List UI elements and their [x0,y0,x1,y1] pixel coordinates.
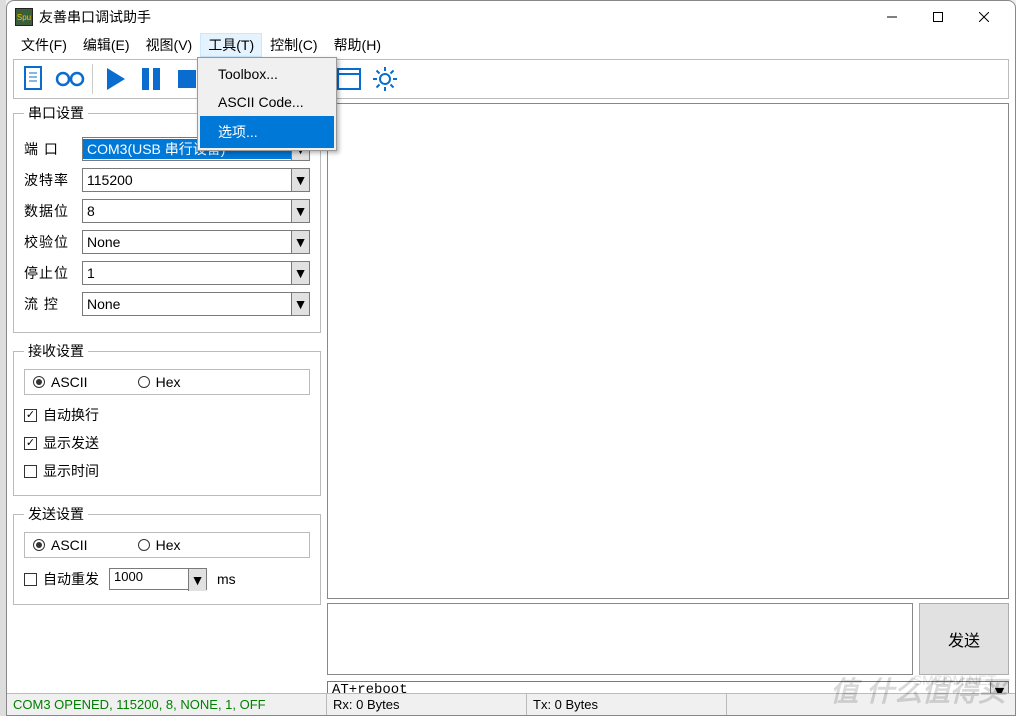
send-button[interactable]: 发送 [919,603,1009,675]
menu-edit[interactable]: 编辑(E) [75,33,138,57]
menu-tools[interactable]: 工具(T) [200,33,262,57]
send-hex-radio[interactable]: Hex [138,537,181,553]
chevron-down-icon[interactable]: ▼ [291,262,309,284]
status-spacer [727,694,1015,715]
recv-settings-group: 接收设置 ASCII Hex 自动换行 显示发送 显示时间 [13,341,321,496]
close-button[interactable] [961,2,1007,32]
port-label: 端 口 [24,139,82,159]
stopbits-label: 停止位 [24,263,82,283]
auto-resend-checkbox[interactable] [24,573,37,586]
show-time-checkbox[interactable]: 显示时间 [24,457,310,485]
menu-control[interactable]: 控制(C) [262,33,325,57]
chevron-down-icon[interactable]: ▼ [291,231,309,253]
tools-dropdown: Toolbox... ASCII Code... 选项... [197,57,337,151]
auto-wrap-checkbox[interactable]: 自动换行 [24,401,310,429]
send-ascii-radio[interactable]: ASCII [33,537,88,553]
record-icon[interactable] [52,62,88,96]
receive-textarea[interactable] [327,103,1009,599]
recv-hex-radio[interactable]: Hex [138,374,181,390]
interval-unit: ms [217,571,236,587]
dropdown-ascii[interactable]: ASCII Code... [200,88,334,116]
show-send-checkbox[interactable]: 显示发送 [24,429,310,457]
stopbits-combo[interactable]: 1 ▼ [82,261,310,285]
menu-view[interactable]: 视图(V) [138,33,201,57]
send-settings-group: 发送设置 ASCII Hex 自动重发 1000 ▼ ms [13,504,321,605]
recv-settings-legend: 接收设置 [24,341,88,361]
maximize-button[interactable] [915,2,961,32]
parity-label: 校验位 [24,232,82,252]
status-rx: Rx: 0 Bytes [327,694,527,715]
chevron-down-icon[interactable]: ▼ [291,200,309,222]
dropdown-toolbox[interactable]: Toolbox... [200,60,334,88]
dropdown-options[interactable]: 选项... [200,116,334,148]
parity-combo[interactable]: None ▼ [82,230,310,254]
play-icon[interactable] [97,62,133,96]
chevron-down-icon[interactable]: ▼ [188,569,206,591]
menubar: 文件(F) 编辑(E) 视图(V) 工具(T) 控制(C) 帮助(H) [7,33,1015,57]
minimize-button[interactable] [869,2,915,32]
baud-combo[interactable]: 115200 ▼ [82,168,310,192]
new-file-icon[interactable] [16,62,52,96]
auto-resend-label: 自动重发 [43,569,99,589]
chevron-down-icon[interactable]: ▼ [291,293,309,315]
flow-label: 流 控 [24,294,82,314]
app-icon: Spu [15,8,33,26]
menu-file[interactable]: 文件(F) [13,33,75,57]
menu-help[interactable]: 帮助(H) [326,33,389,57]
flow-combo[interactable]: None ▼ [82,292,310,316]
gear-icon[interactable] [367,62,403,96]
databits-label: 数据位 [24,201,82,221]
toolbar [13,59,1009,99]
send-settings-legend: 发送设置 [24,504,88,524]
interval-input[interactable]: 1000 ▼ [109,568,207,590]
statusbar: COM3 OPENED, 115200, 8, NONE, 1, OFF Rx:… [7,693,1015,715]
status-com: COM3 OPENED, 115200, 8, NONE, 1, OFF [7,694,327,715]
chevron-down-icon[interactable]: ▼ [291,169,309,191]
databits-combo[interactable]: 8 ▼ [82,199,310,223]
serial-settings-legend: 串口设置 [24,103,88,123]
baud-label: 波特率 [24,170,82,190]
pause-icon[interactable] [133,62,169,96]
recv-ascii-radio[interactable]: ASCII [33,374,88,390]
send-textarea[interactable] [327,603,913,675]
status-tx: Tx: 0 Bytes [527,694,727,715]
titlebar: Spu 友善串口调试助手 [7,1,1015,33]
window-title: 友善串口调试助手 [39,7,869,27]
